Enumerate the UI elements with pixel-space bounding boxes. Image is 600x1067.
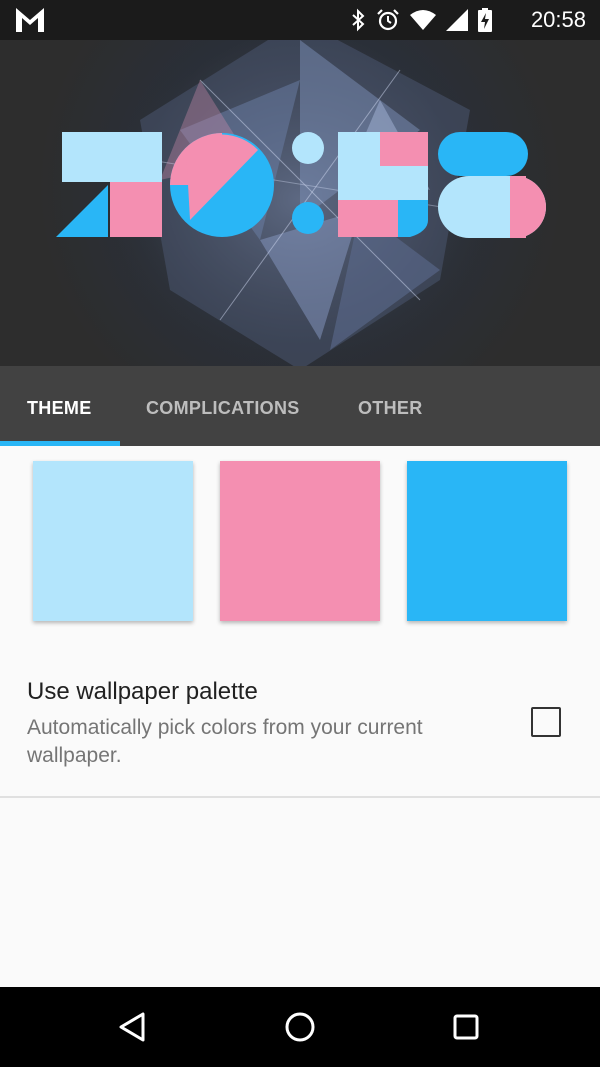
battery-charging-icon bbox=[478, 8, 492, 32]
status-icons bbox=[350, 8, 492, 32]
gmail-icon bbox=[16, 8, 44, 32]
swatch-pink[interactable] bbox=[220, 461, 380, 621]
status-bar: 20:58 bbox=[0, 0, 600, 40]
alarm-icon bbox=[377, 9, 399, 31]
wifi-icon bbox=[410, 10, 436, 30]
tab-complications[interactable]: COMPLICATIONS bbox=[146, 366, 300, 446]
tab-theme[interactable]: THEME bbox=[27, 366, 92, 446]
active-tab-indicator bbox=[0, 441, 120, 446]
swatch-blue[interactable] bbox=[407, 461, 567, 621]
watchface-time-graphic bbox=[56, 132, 546, 238]
recents-icon[interactable] bbox=[446, 1007, 486, 1047]
bluetooth-icon bbox=[352, 8, 365, 32]
tab-other[interactable]: OTHER bbox=[358, 366, 423, 446]
cell-signal-icon bbox=[446, 9, 468, 31]
wallpaper-palette-checkbox[interactable] bbox=[531, 707, 561, 737]
wallpaper-palette-title: Use wallpaper palette bbox=[27, 678, 258, 705]
wallpaper-palette-summary: Automatically pick colors from your curr… bbox=[27, 716, 423, 767]
watchface-preview bbox=[0, 40, 600, 366]
status-time: 20:58 bbox=[530, 7, 586, 32]
tab-bar: THEME COMPLICATIONS OTHER bbox=[0, 366, 600, 446]
home-icon[interactable] bbox=[280, 1007, 320, 1047]
back-icon[interactable] bbox=[113, 1007, 153, 1047]
navigation-bar bbox=[0, 987, 600, 1067]
swatch-light-blue[interactable] bbox=[33, 461, 193, 621]
divider bbox=[0, 796, 600, 798]
